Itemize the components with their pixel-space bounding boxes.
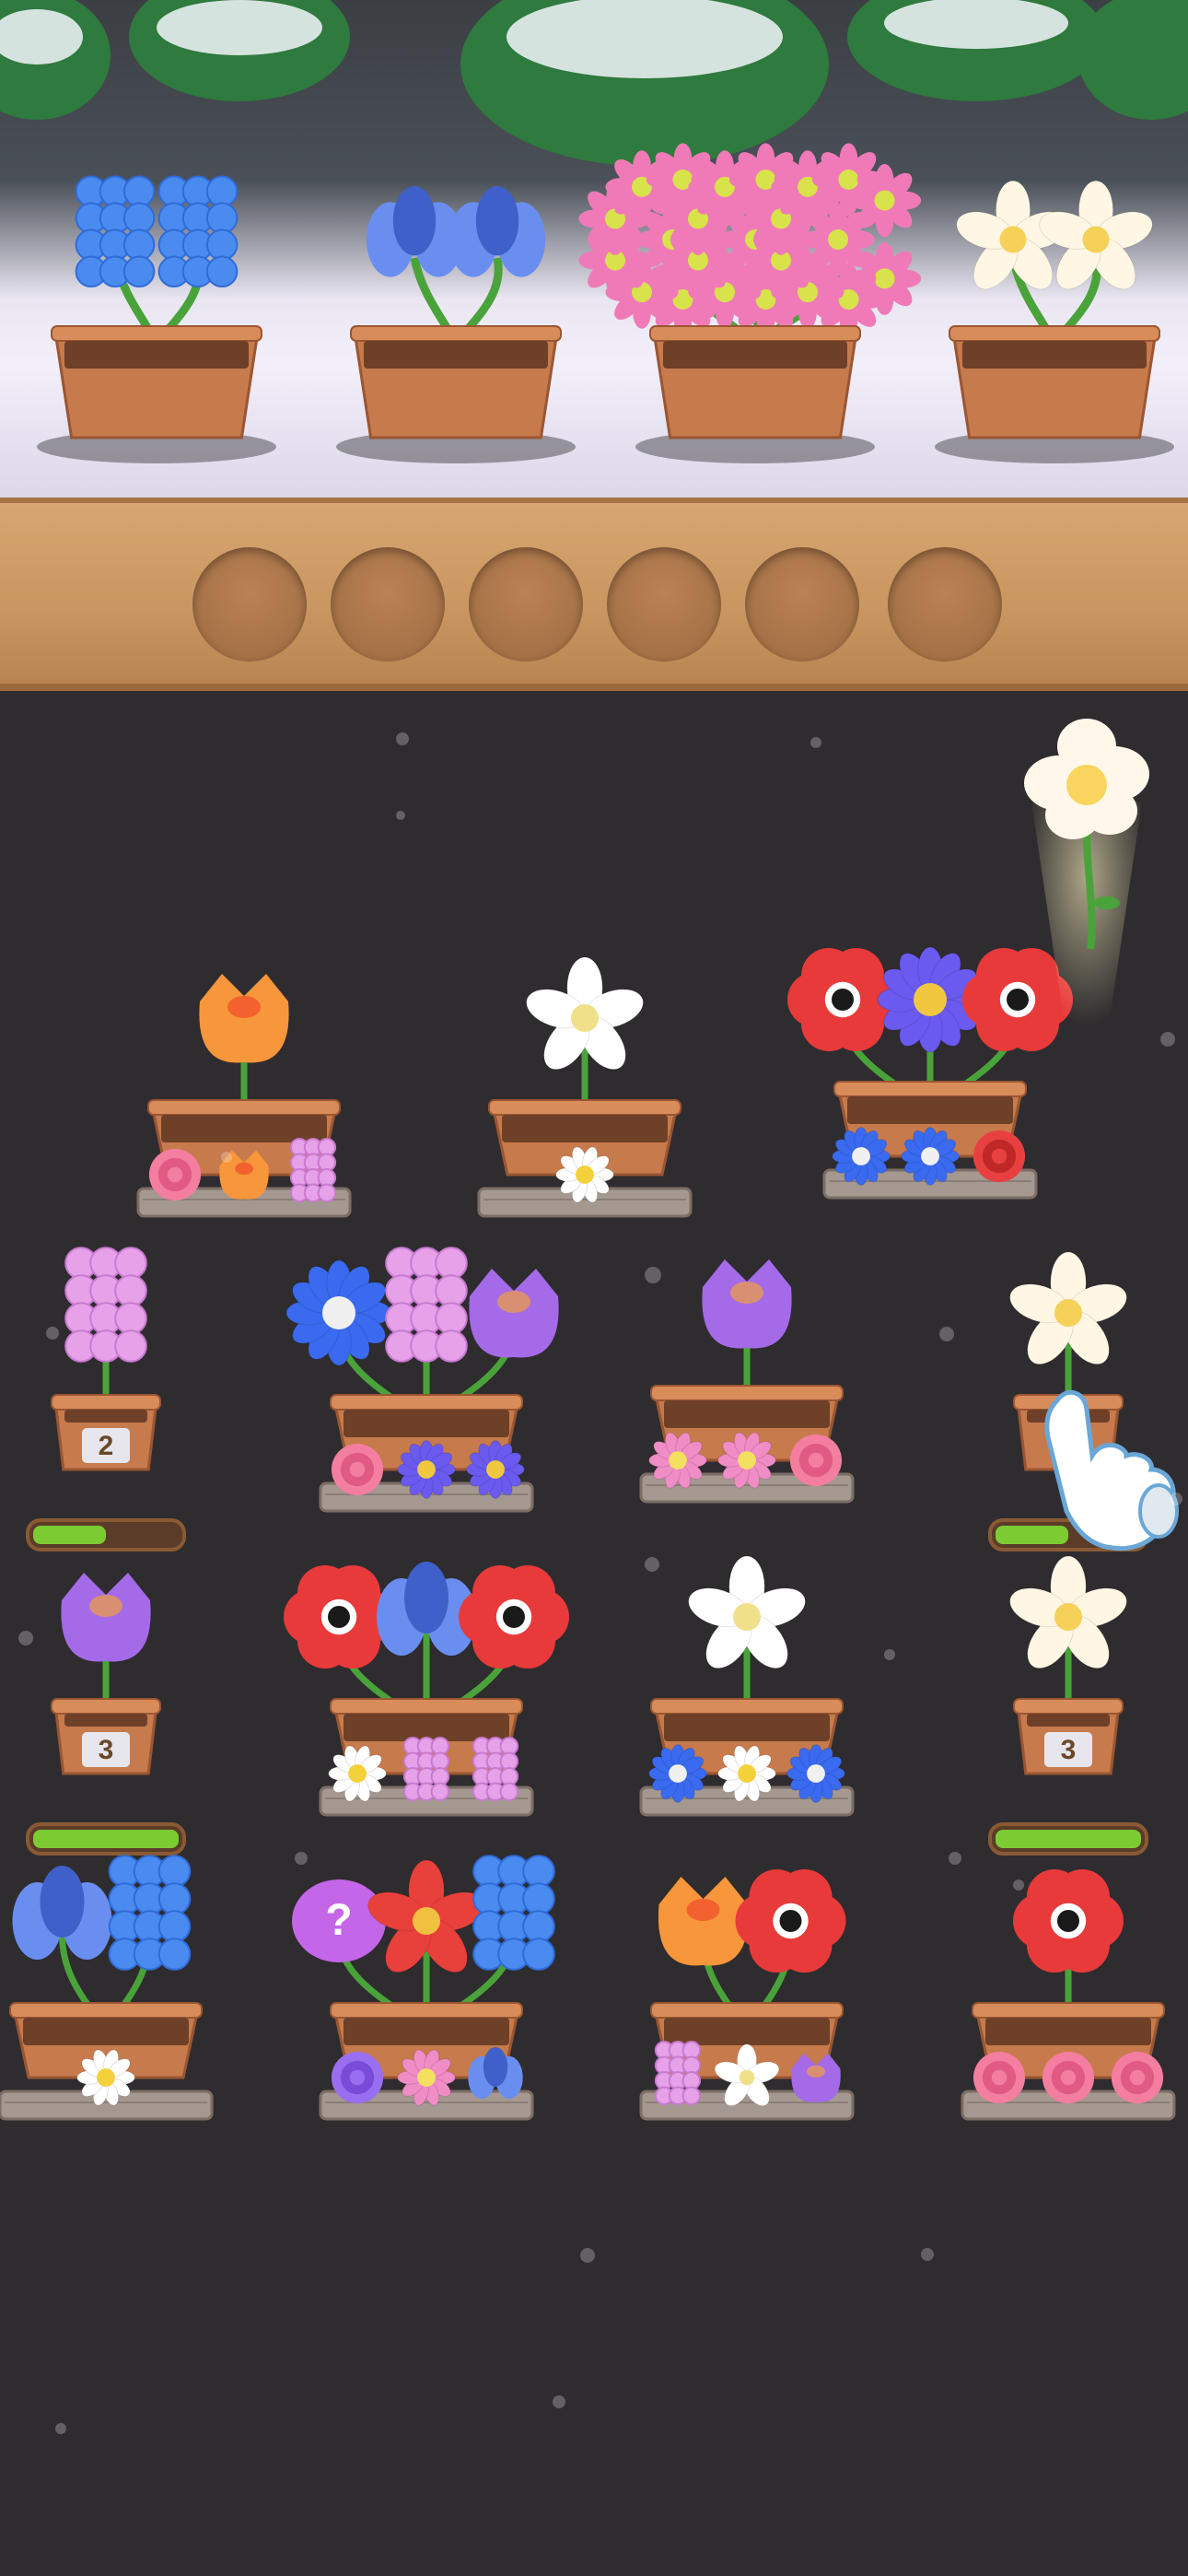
- pink-rose-icon: [789, 1434, 843, 1487]
- floating-flower[interactable]: [995, 719, 1179, 1050]
- snowflake: [396, 732, 409, 745]
- svg-text:2: 2: [99, 1431, 114, 1461]
- pink-hyacinth-icon: [289, 1138, 337, 1203]
- snowflake: [295, 1852, 308, 1865]
- snowflake: [1160, 1032, 1175, 1047]
- unlock-progress-bar: [988, 1822, 1148, 1856]
- blue-cornflower-icon: [285, 1259, 392, 1366]
- pink-rose-icon: [1042, 2051, 1095, 2104]
- purple-rose-icon: [331, 2051, 384, 2104]
- snowflake: [396, 811, 405, 820]
- snowflake: [55, 2423, 66, 2434]
- snowflake: [884, 1649, 895, 1660]
- red-rose-icon: [973, 1130, 1026, 1183]
- snowflake: [1013, 1879, 1024, 1891]
- snowflake: [645, 1557, 659, 1572]
- snowflake: [46, 1327, 59, 1340]
- blue-hyacinth-icon: [472, 1855, 555, 1971]
- pink-hyacinth-icon: [402, 1737, 450, 1802]
- snowflake: [1170, 1493, 1182, 1505]
- pink-rose-icon: [973, 2051, 1026, 2104]
- pot-level-badge: 2: [82, 1428, 130, 1463]
- snowflake: [553, 2395, 565, 2408]
- snowflake: [580, 2248, 595, 2263]
- pot-level-badge: 3: [1044, 1732, 1092, 1767]
- red-anemone-icon: [735, 1869, 846, 1973]
- purple-tulip-icon: [702, 1259, 792, 1349]
- pink-rose-icon: [148, 1148, 202, 1201]
- mystery-icon: ?: [292, 1879, 386, 1962]
- pink-hyacinth-icon: [385, 1247, 468, 1363]
- unlock-progress-bar: [26, 1518, 186, 1551]
- pink-hyacinth-icon: [654, 2041, 702, 2106]
- snowflake: [810, 737, 821, 748]
- snowflake: [221, 1152, 232, 1163]
- mystery-question-mark: ?: [325, 1896, 352, 1945]
- unlock-progress-bar: [26, 1822, 186, 1856]
- pink-rose-icon: [331, 1443, 384, 1496]
- orange-tulip-icon: [199, 974, 289, 1063]
- snowflake: [645, 1267, 661, 1283]
- tutorial-hand-pointer: [1044, 1389, 1179, 1551]
- purple-tulip-icon: [469, 1269, 559, 1358]
- pink-hyacinth-icon: [64, 1247, 147, 1363]
- blue-hyacinth-icon: [108, 1855, 192, 1971]
- snowflake: [18, 1631, 33, 1645]
- svg-text:3: 3: [99, 1735, 114, 1765]
- red-anemone-icon: [459, 1565, 569, 1669]
- orange-tulip-icon: [658, 1877, 749, 1966]
- snowflake: [949, 1852, 961, 1865]
- svg-text:3: 3: [1061, 1735, 1077, 1765]
- pink-hyacinth-icon: [472, 1737, 519, 1802]
- snowflake: [921, 2248, 934, 2261]
- pot-level-badge: 3: [82, 1732, 130, 1767]
- pink-rose-icon: [1111, 2051, 1164, 2104]
- snowflake: [939, 1327, 954, 1341]
- red-anemone-icon: [1013, 1869, 1124, 1973]
- purple-tulip-icon: [61, 1573, 151, 1662]
